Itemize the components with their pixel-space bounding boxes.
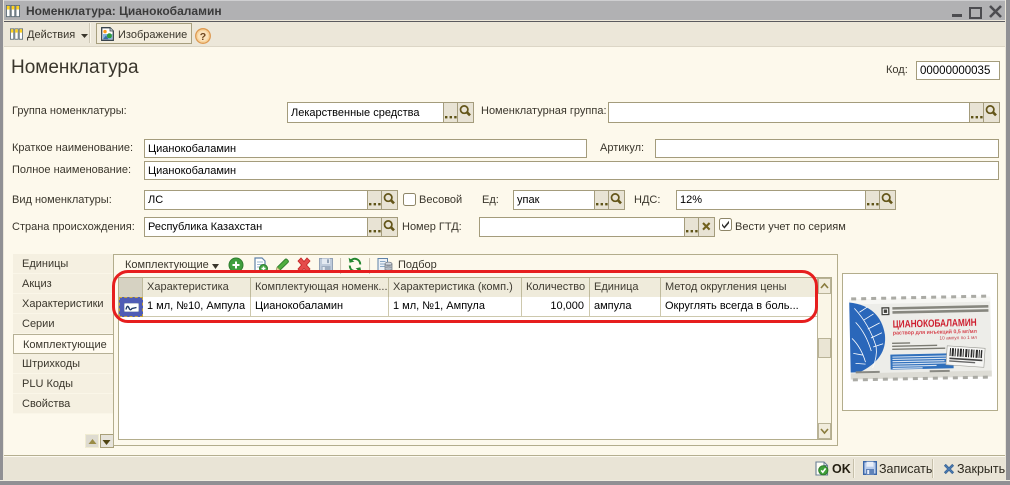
svg-text:?: ? [200,31,206,43]
svg-text:10 ампул по 1 мл: 10 ампул по 1 мл [939,335,977,341]
